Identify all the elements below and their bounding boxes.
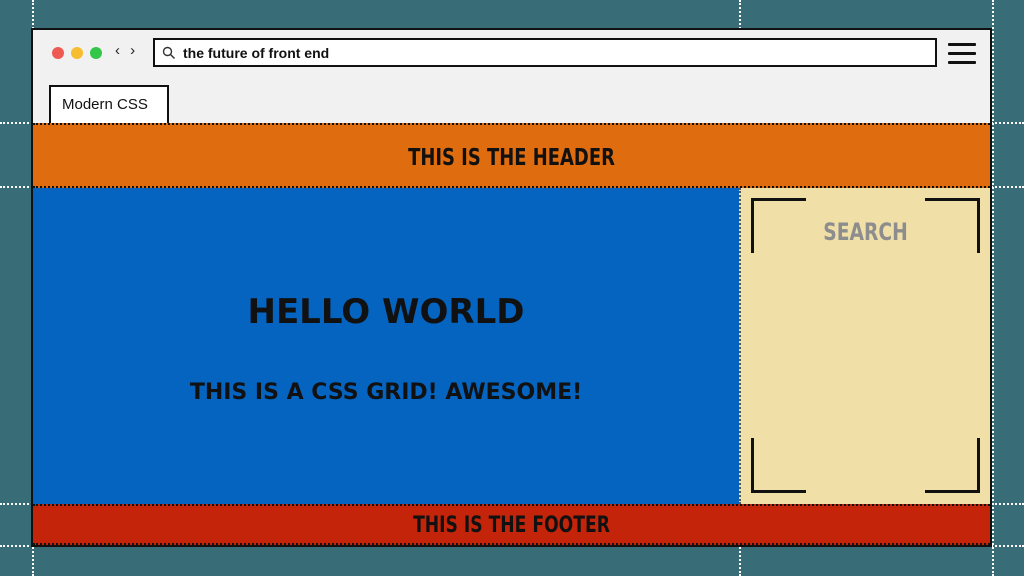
search-label: SEARCH <box>823 218 908 246</box>
header-text: THIS IS THE HEADER <box>408 145 615 171</box>
frame-corner <box>925 438 980 493</box>
window-minimize-dot-icon[interactable] <box>71 47 83 59</box>
main-subtext: THIS IS A CSS GRID! AWESOME! <box>189 380 583 405</box>
browser-window: ‹ › the future of front end Modern CSS T… <box>31 28 992 547</box>
nav-arrows-icon[interactable]: ‹ › <box>115 42 138 59</box>
grid-guide-line <box>992 0 994 576</box>
window-maximize-dot-icon[interactable] <box>90 47 102 59</box>
page-header: THIS IS THE HEADER <box>33 123 990 188</box>
browser-titlebar: ‹ › the future of front end Modern CSS <box>33 30 990 123</box>
window-close-dot-icon[interactable] <box>52 47 64 59</box>
page-footer: THIS IS THE FOOTER <box>33 504 990 545</box>
sidebar-search[interactable]: SEARCH <box>739 188 990 504</box>
address-bar[interactable]: the future of front end <box>153 38 937 67</box>
main-content: HELLO WORLD THIS IS A CSS GRID! AWESOME! <box>33 188 739 504</box>
hamburger-menu-icon[interactable] <box>948 43 976 65</box>
footer-text: THIS IS THE FOOTER <box>413 513 610 538</box>
main-heading: HELLO WORLD <box>247 292 525 332</box>
frame-corner <box>751 438 806 493</box>
address-bar-text: the future of front end <box>183 45 330 61</box>
search-icon <box>162 46 175 59</box>
tab-modern-css[interactable]: Modern CSS <box>49 85 169 123</box>
